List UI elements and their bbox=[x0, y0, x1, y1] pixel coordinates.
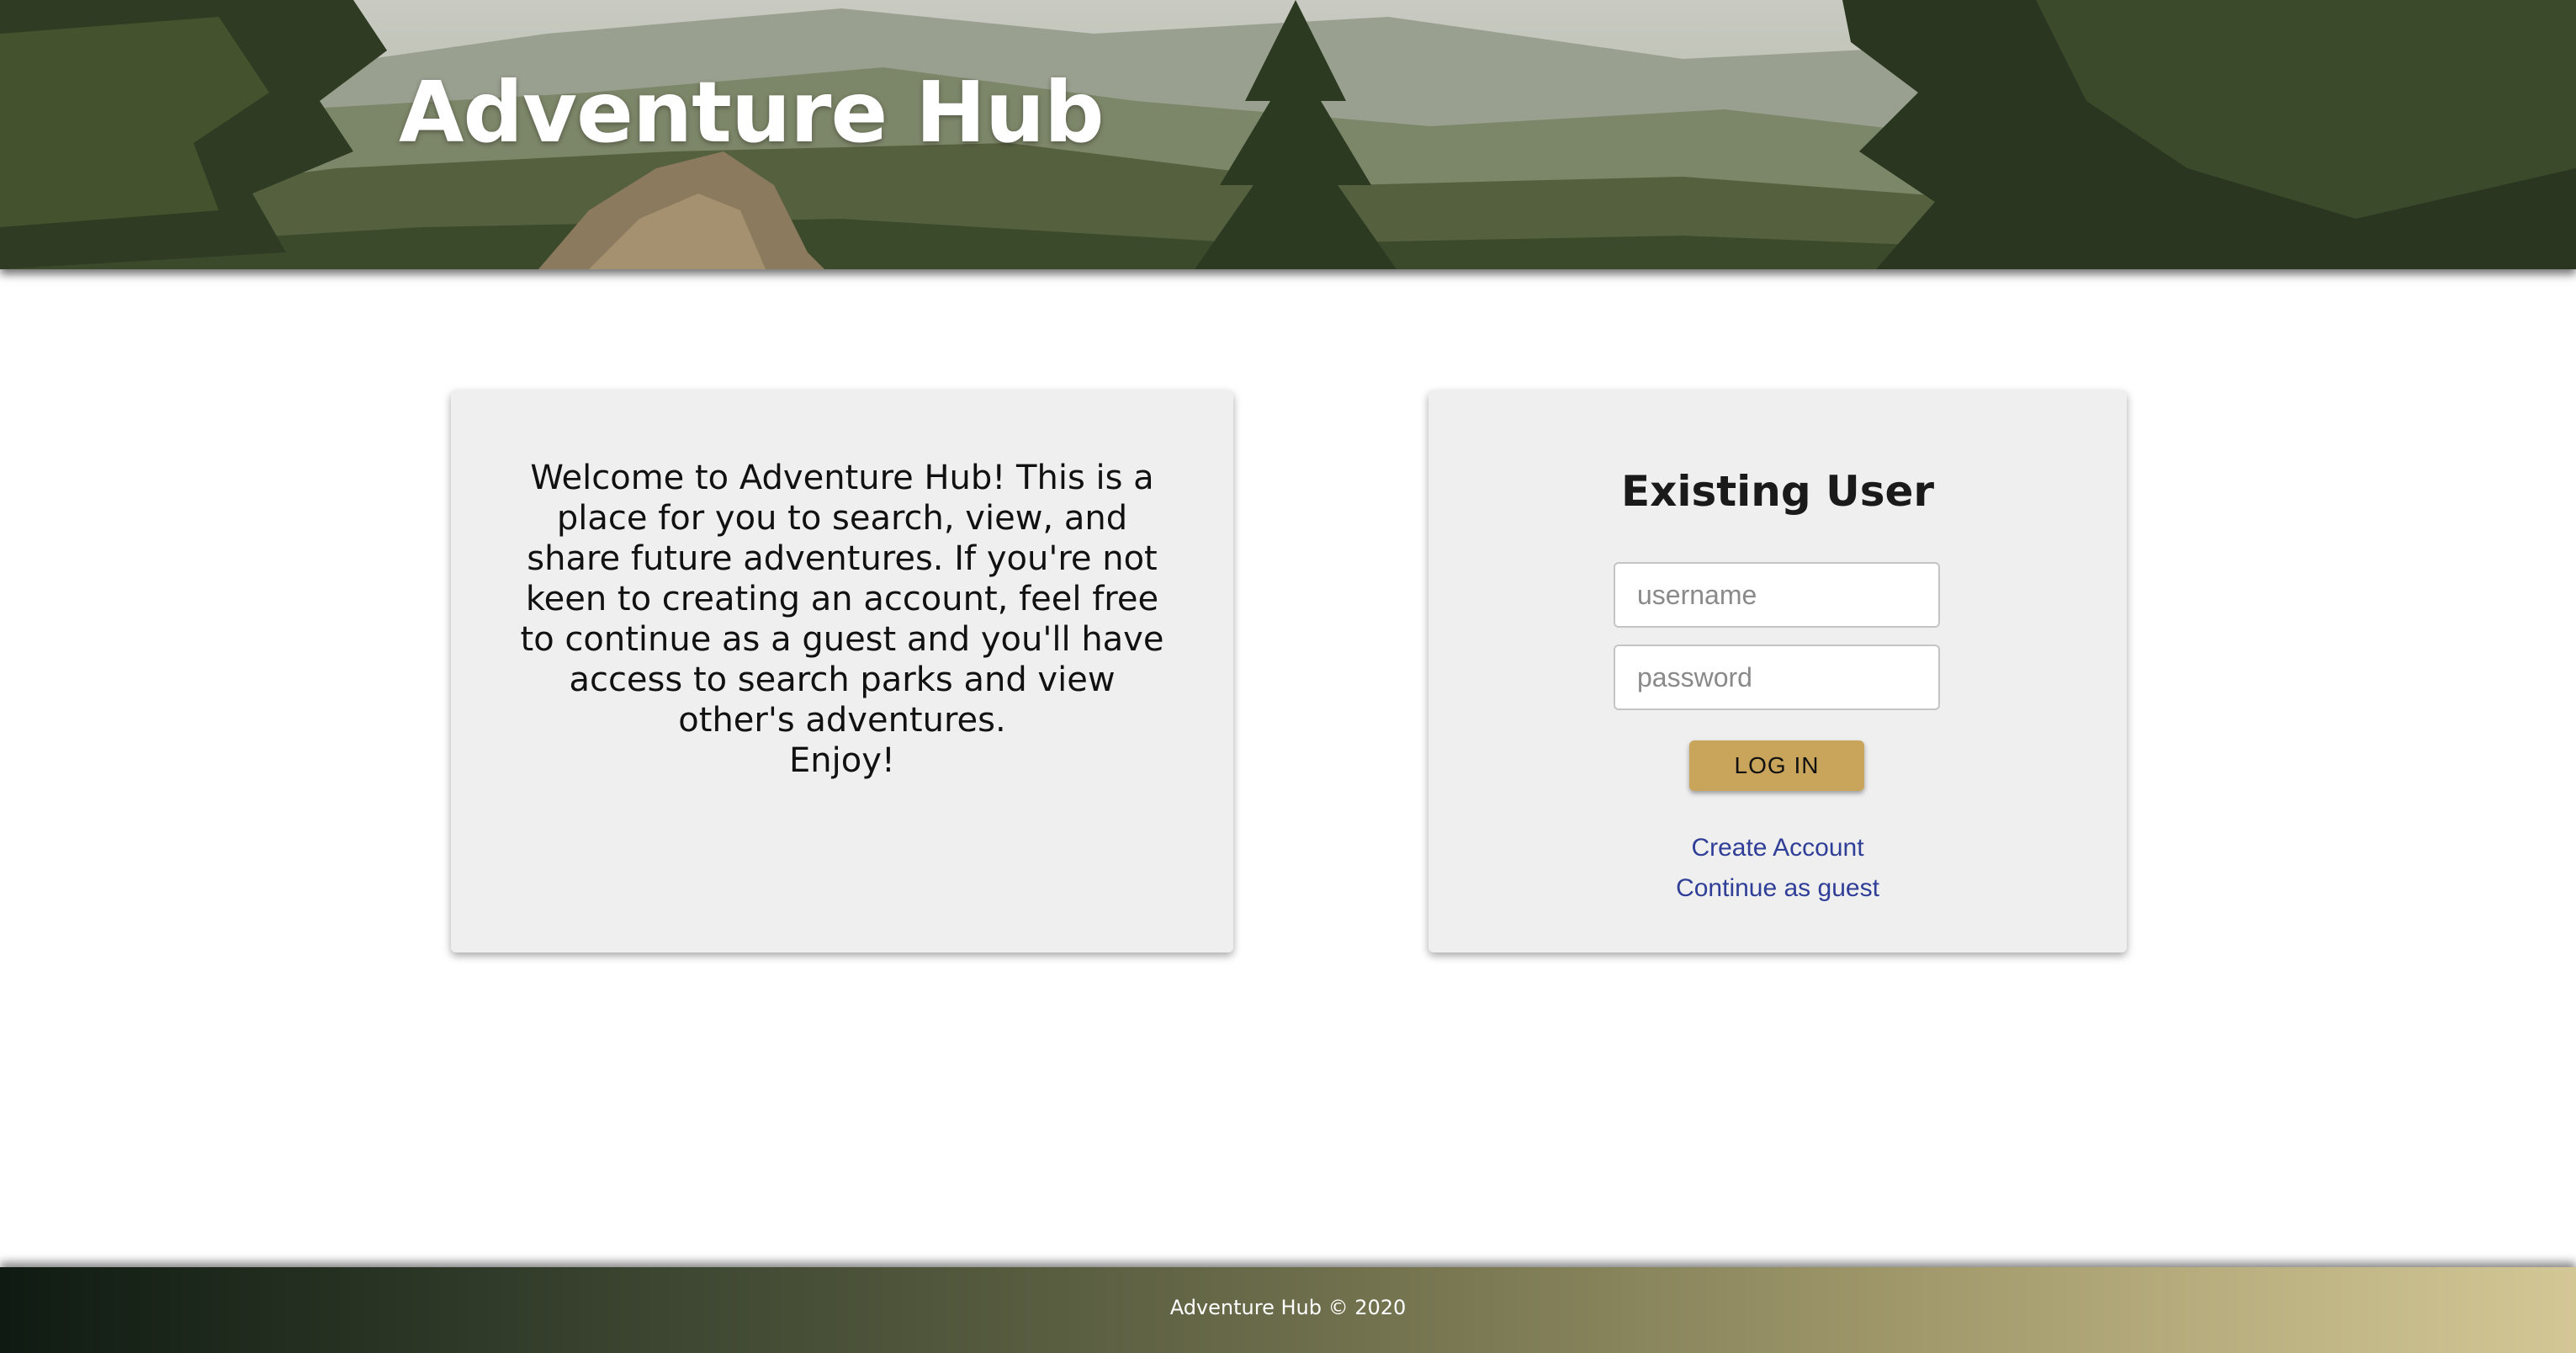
header-landscape-image bbox=[0, 0, 2576, 269]
site-title: Adventure Hub bbox=[399, 63, 1105, 162]
create-account-link[interactable]: Create Account bbox=[1428, 831, 2127, 865]
login-card: Existing User LOG IN Create Account Cont… bbox=[1428, 390, 2127, 952]
welcome-message: Welcome to Adventure Hub! This is a plac… bbox=[520, 459, 1164, 740]
welcome-closing: Enjoy! bbox=[789, 741, 895, 780]
continue-as-guest-link[interactable]: Continue as guest bbox=[1428, 872, 2127, 905]
username-input[interactable] bbox=[1614, 562, 1940, 628]
site-footer: Adventure Hub © 2020 bbox=[0, 1267, 2576, 1353]
login-heading: Existing User bbox=[1620, 467, 1935, 516]
password-input[interactable] bbox=[1614, 645, 1940, 710]
site-header: Adventure Hub bbox=[0, 0, 2576, 269]
login-button[interactable]: LOG IN bbox=[1689, 740, 1864, 791]
welcome-card: Welcome to Adventure Hub! This is a plac… bbox=[451, 390, 1233, 952]
footer-copyright: Adventure Hub © 2020 bbox=[1169, 1296, 1407, 1319]
